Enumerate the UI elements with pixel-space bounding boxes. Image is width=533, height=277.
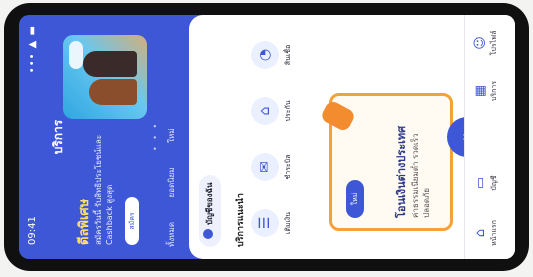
nav-account[interactable]: ▭ บัญชี — [473, 163, 500, 203]
highlight-badge: ใหม่ — [346, 180, 364, 218]
highlight-title: โอนเงินต่างประเทศ — [395, 125, 408, 218]
promo-button[interactable]: สมัคร — [125, 197, 139, 245]
status-bar: 09:41 ••• ▲ ▬ — [25, 25, 43, 245]
account-chip-label: บัญชีของฉัน — [205, 182, 214, 225]
account-icon — [203, 229, 213, 239]
nav-profile[interactable]: ☺ โปรไฟล์ — [473, 23, 500, 63]
highlight-subtitle: ค่าธรรมเนียมต่ำ รวดเร็ว ปลอดภัย — [411, 133, 431, 219]
profile-icon: ☺ — [473, 36, 488, 50]
carousel-pager[interactable]: • • • — [151, 122, 160, 151]
bottom-navigation: ⌂ หน้าแรก ▭ บัญชี ▦ บริการ ☺ โปรไฟล์ — [464, 15, 515, 259]
bill-icon: ✉ — [251, 153, 279, 181]
nav-label: บริการ — [490, 80, 498, 102]
category-tabs: ทั้งหมด ยอดนิยม ใหม่ — [165, 27, 181, 247]
service-label: ชำระบิล — [284, 154, 292, 180]
service-item[interactable]: ⌂ ประกัน — [251, 85, 294, 137]
tab-all[interactable]: ทั้งหมด — [167, 222, 176, 247]
service-label: สินเชื่อ — [284, 44, 292, 66]
app-ui: 09:41 ••• ▲ ▬ บริการ ดีลพิเศษ สมัครวันนี… — [19, 15, 515, 259]
home-icon: ⌂ — [473, 228, 488, 238]
cloud-shape — [69, 41, 83, 69]
tab-new[interactable]: ใหม่ — [167, 128, 176, 142]
phone-screen: 09:41 ••• ▲ ▬ บริการ ดีลพิเศษ สมัครวันนี… — [19, 15, 515, 259]
nav-label: โปรไฟล์ — [490, 30, 498, 56]
insurance-icon: ⌂ — [251, 97, 279, 125]
service-item[interactable]: ◔ สินเชื่อ — [251, 29, 294, 81]
topup-icon: ☰ — [251, 209, 279, 237]
status-time: 09:41 — [27, 216, 38, 245]
service-item[interactable]: ✉ ชำระบิล — [251, 141, 294, 193]
service-label: ประกัน — [284, 100, 292, 122]
status-icons: ••• ▲ ▬ — [27, 25, 38, 74]
loan-icon: ◔ — [251, 41, 279, 69]
services-grid: ☰ เติมเงิน ✉ ชำระบิล ⌂ ประกัน ◔ สินเชื่อ — [251, 25, 341, 249]
grid-icon: ▦ — [473, 84, 488, 98]
wallet-icon: ▭ — [473, 176, 488, 190]
promo-title: ดีลพิเศษ — [77, 198, 92, 245]
section-title: บริการแนะนำ — [236, 193, 246, 247]
content-sheet: บัญชีของฉัน บริการแนะนำ ☰ เติมเงิน ✉ ชำร… — [189, 15, 515, 259]
nav-services[interactable]: ▦ บริการ — [473, 71, 500, 111]
nav-label: บัญชี — [490, 175, 498, 191]
service-item[interactable]: ☰ เติมเงิน — [251, 197, 294, 249]
service-label: เติมเงิน — [284, 211, 292, 235]
nav-home[interactable]: ⌂ หน้าแรก — [473, 213, 500, 253]
person-figure — [83, 51, 137, 77]
person-figure — [89, 79, 137, 105]
promo-description: สมัครวันนี้ รับสิทธิประโยชน์และ Cashback… — [94, 134, 114, 245]
nav-label: หน้าแรก — [490, 220, 498, 246]
account-chip[interactable]: บัญชีของฉัน — [199, 174, 221, 247]
promo-banner-image[interactable] — [63, 35, 147, 119]
tab-popular[interactable]: ยอดนิยม — [167, 167, 176, 197]
phone-frame: 09:41 ••• ▲ ▬ บริการ ดีลพิเศษ สมัครวันนี… — [4, 3, 529, 271]
